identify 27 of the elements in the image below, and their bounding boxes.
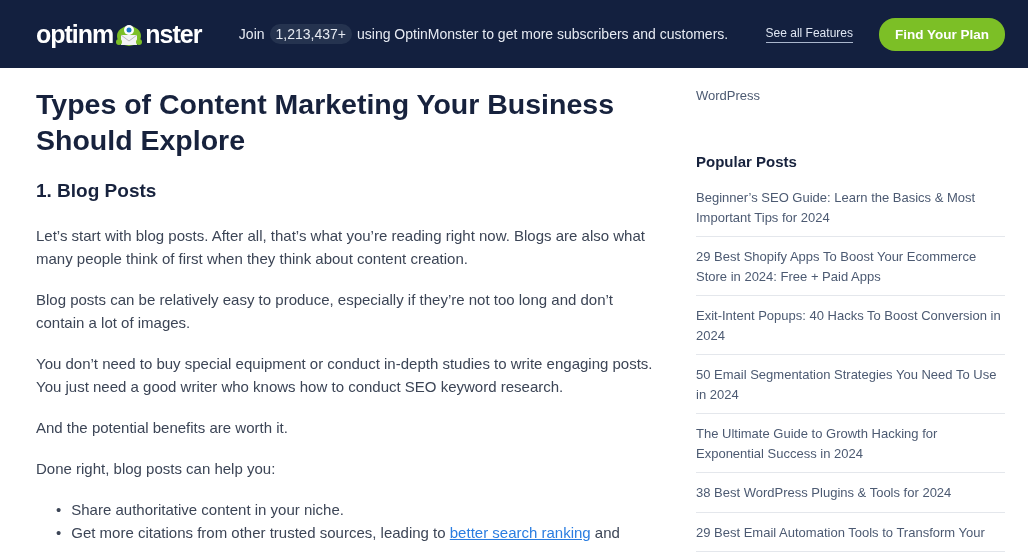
- subscriber-count: 1,213,437+: [269, 24, 352, 44]
- sidebar-heading: Popular Posts: [696, 153, 798, 170]
- post-link[interactable]: 38 Best WordPress Plugins & Tools for 2024: [696, 483, 1005, 513]
- inline-link[interactable]: better search ranking: [449, 524, 591, 541]
- paragraph: Let’s start with blog posts. After all, that’s what you’re reading right now. Blogs are also what many people think of first when they think about content creation.: [36, 226, 646, 269]
- post-link[interactable]: 29 Best Shopify Apps To Boost Your Ecommerce Store in 2024: Free + Paid Apps: [696, 247, 1005, 296]
- join-text: using OptinMonster to get more subscribers and customers.: [357, 26, 729, 42]
- post-link[interactable]: 29 Best Email Automation Tools to Transform Your: [696, 522, 1005, 552]
- post-link[interactable]: The Ultimate Guide to Growth Hacking for Exponential Success in 2024: [696, 424, 1005, 473]
- category-link[interactable]: WordPress: [696, 88, 1005, 103]
- post-link[interactable]: Beginner’s SEO Guide: Learn the Basics & Most Important Tips for 2024: [696, 188, 1005, 237]
- paragraph: You don’t need to buy special equipment or conduct in-depth studies to write engaging posts. You just need a good writer who knows how to conduct SEO keyword research.: [36, 354, 654, 397]
- paragraph: And the potential benefits are worth it.: [36, 418, 289, 438]
- post-link[interactable]: Exit-Intent Popups: 40 Hacks To Boost Conversion in 2024: [696, 306, 1005, 355]
- logo-text[interactable]: optinm: [36, 19, 114, 49]
- post-link[interactable]: 50 Email Segmentation Strategies You Need To Use in 2024: [696, 365, 1005, 414]
- bullet-marker: •: [56, 500, 62, 520]
- paragraph: Done right, blog posts can help you:: [36, 459, 277, 479]
- article-title: Types of Content Marketing Your Business Should Explore: [36, 87, 615, 158]
- paragraph: Blog posts can be relatively easy to produce, especially if they’re not too long and don’t contain a lot of images.: [36, 290, 615, 333]
- join-text: Join: [238, 26, 265, 42]
- logo-text[interactable]: nster: [145, 19, 202, 49]
- bullet-marker: •: [56, 523, 62, 543]
- bullet-item: Get more citations from other trusted sources, leading to better search ranking and: [71, 523, 620, 543]
- bullet-item: Share authoritative content in your niche.: [71, 500, 344, 520]
- features-link[interactable]: See all Features: [765, 25, 853, 43]
- section-heading: 1. Blog Posts: [36, 180, 158, 202]
